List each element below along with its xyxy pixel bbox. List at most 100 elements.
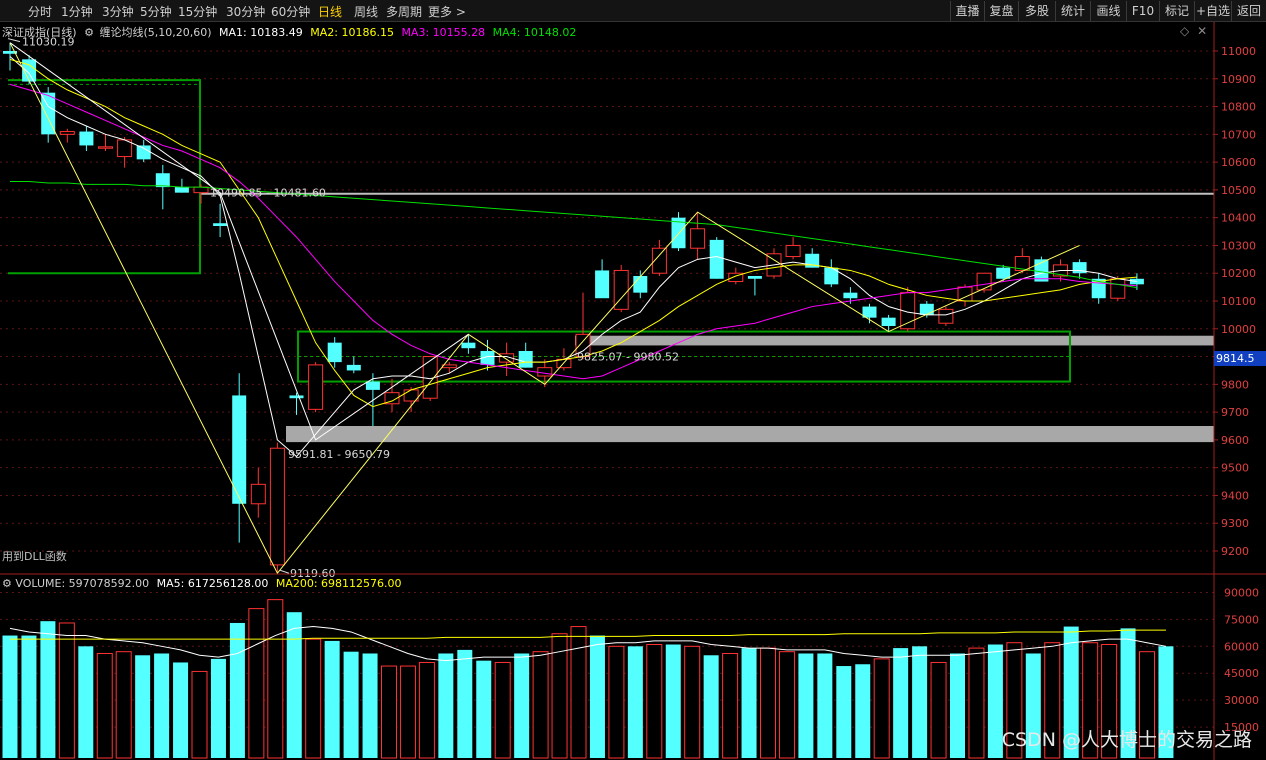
candle-body — [881, 317, 896, 326]
candle — [308, 362, 324, 413]
candle-body — [365, 381, 380, 390]
candle-body — [155, 173, 170, 188]
volume-y-tick-label: 75000 — [1224, 613, 1259, 626]
candle-body — [250, 483, 266, 505]
volume-bar — [836, 666, 852, 758]
volume-ma5: MA5: 617256128.00 — [156, 577, 269, 590]
candle-body — [327, 342, 342, 363]
volume-bar — [665, 644, 681, 758]
candle-body — [518, 351, 533, 368]
ma3-line — [9, 83, 1137, 380]
volume-bar — [40, 621, 56, 758]
zone3-bar — [286, 426, 1214, 443]
candle — [976, 272, 992, 293]
volume-bar — [873, 658, 890, 759]
volume-bar — [930, 661, 947, 759]
volume-bar — [627, 646, 643, 758]
volume-bar — [532, 651, 549, 759]
annotation-zone1: 10490.85 - 10481.60 — [210, 187, 326, 200]
candle — [862, 303, 877, 324]
volume-y-tick-label: 45000 — [1224, 667, 1259, 680]
candle-body — [174, 187, 189, 193]
y-tick-label: 9700 — [1221, 406, 1249, 419]
y-tick-label: 9400 — [1221, 489, 1249, 502]
candle-body — [747, 276, 762, 279]
y-tick-label: 9500 — [1221, 462, 1249, 475]
volume-bar — [968, 647, 985, 759]
ma4-line — [10, 181, 1137, 289]
kline-chart[interactable]: 11030.199119.6010490.85 - 10481.609825.0… — [0, 0, 1266, 760]
volume-bar — [96, 652, 113, 759]
volume-bar — [418, 661, 435, 759]
candle — [346, 356, 361, 374]
candle — [98, 134, 113, 151]
volume-bar — [570, 626, 587, 759]
volume-bar — [78, 646, 94, 758]
candle — [633, 270, 648, 299]
volume-bar — [2, 635, 18, 758]
candle-body — [269, 447, 285, 566]
candle — [213, 203, 228, 238]
candle-body — [633, 276, 648, 293]
volume-bar — [362, 653, 378, 758]
annotation-zone2: 9825.07 - 9980.52 — [577, 351, 679, 364]
volume-bar — [21, 635, 37, 758]
volume-bar — [817, 653, 833, 758]
volume-bar — [210, 658, 226, 758]
y-tick-label: 9200 — [1221, 545, 1249, 558]
y-tick-label: 10200 — [1221, 267, 1256, 280]
volume-bar — [798, 653, 814, 758]
candle — [269, 442, 285, 574]
y-tick-label: 9600 — [1221, 434, 1249, 447]
candle — [250, 467, 266, 518]
zone2-bar — [575, 335, 1214, 346]
watermark: CSDN @人大博士的交易之路 — [1001, 729, 1252, 751]
ma1-line — [9, 56, 1137, 458]
candle — [232, 373, 247, 543]
volume-bar — [135, 655, 151, 758]
candle-body — [289, 395, 304, 399]
y-tick-label: 11000 — [1221, 45, 1256, 58]
candle — [690, 212, 706, 260]
candle — [59, 128, 75, 143]
candle — [613, 264, 629, 313]
y-tick-label: 9300 — [1221, 517, 1249, 530]
candle — [518, 342, 533, 368]
volume-bar — [191, 670, 208, 759]
ma2-line — [9, 58, 1137, 408]
candle-body — [537, 367, 553, 377]
volume-bar — [855, 664, 871, 758]
volume-bar — [115, 651, 132, 759]
candle-body — [136, 145, 151, 160]
candle — [79, 126, 94, 151]
volume-ma200-line — [10, 629, 1166, 640]
candle-body — [690, 228, 706, 249]
volume-ma200: MA200: 698112576.00 — [275, 577, 402, 590]
candle-body — [938, 308, 954, 324]
candle — [785, 237, 801, 260]
candle-body — [461, 342, 476, 349]
volume-bar — [514, 653, 530, 758]
y-tick-label: 10500 — [1221, 184, 1256, 197]
candle-body — [595, 270, 610, 299]
candle — [1072, 259, 1087, 279]
volume-bar — [476, 660, 492, 758]
candle-body — [843, 292, 858, 299]
y-tick-label: 10400 — [1221, 212, 1256, 225]
volume-bar — [722, 652, 739, 759]
settings-icon[interactable]: ⚙ — [2, 577, 12, 590]
volume-bar — [646, 644, 663, 759]
candle-body — [1110, 278, 1126, 299]
volume-bar — [760, 647, 776, 759]
candle-body — [996, 267, 1011, 279]
volume-bar — [684, 645, 701, 759]
volume-bar — [381, 665, 397, 759]
candle — [595, 259, 610, 299]
candle-body — [709, 239, 724, 279]
candle — [824, 259, 839, 288]
volume-bar — [589, 635, 605, 758]
dll-note: 用到DLL函数 — [2, 550, 67, 563]
bi-stroke-line — [9, 42, 1080, 575]
y-tick-label: 10600 — [1221, 156, 1256, 169]
candle-body — [79, 131, 94, 146]
